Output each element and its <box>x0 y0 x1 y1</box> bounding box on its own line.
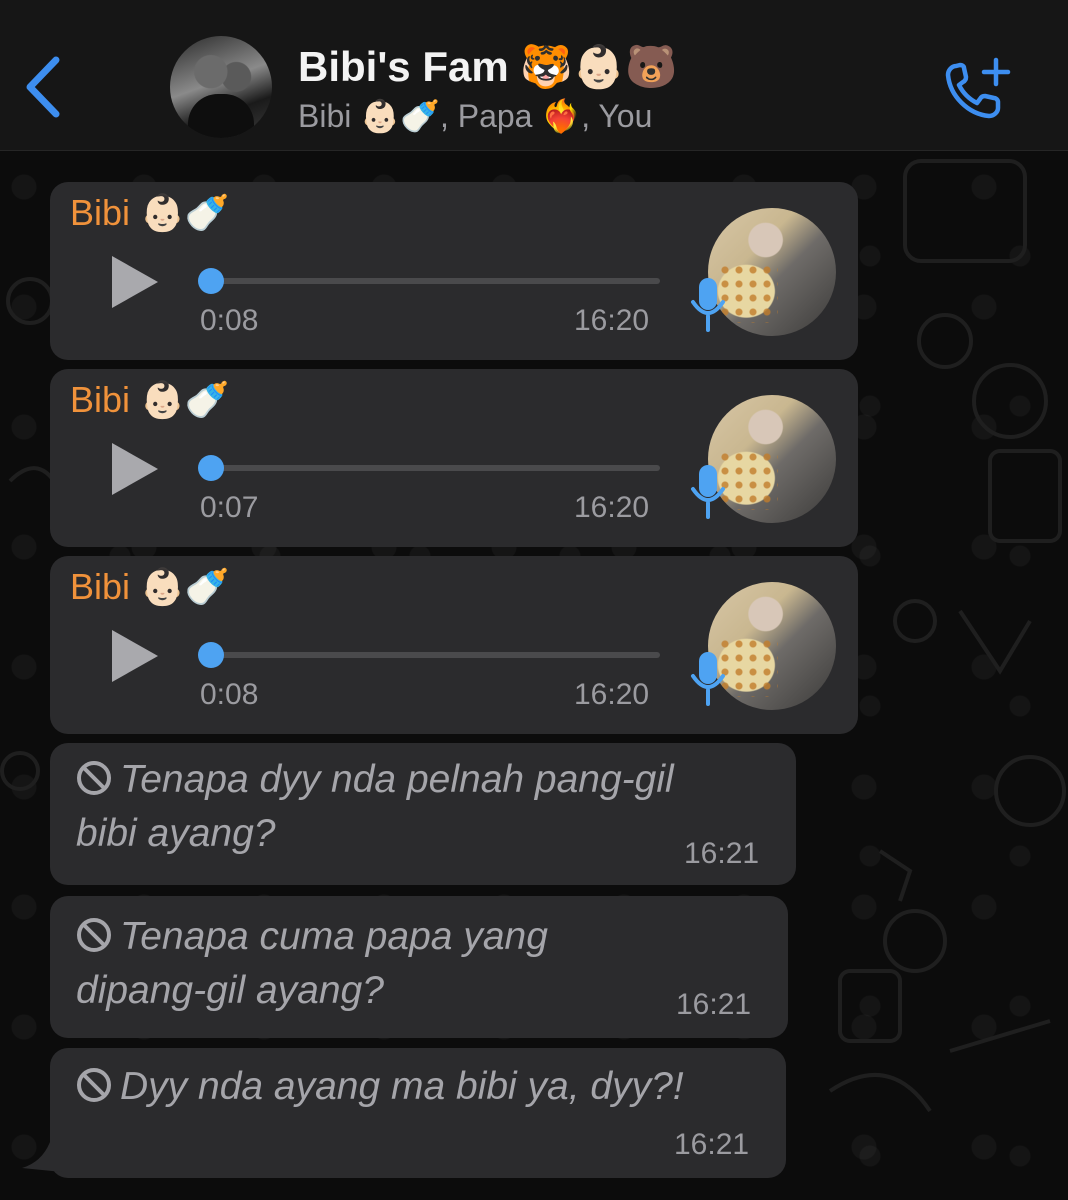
voice-message[interactable]: Bibi 👶🏻🍼 0:07 16:20 <box>50 369 858 547</box>
deleted-message-text: Tenapa dyy nda pelnah pang-gil bibi ayan… <box>76 753 674 861</box>
deleted-message[interactable]: Dyy nda ayang ma bibi ya, dyy?! 16:21 <box>50 1048 786 1178</box>
audio-progress-track[interactable] <box>200 278 660 284</box>
chat-header: Bibi's Fam 🐯👶🏻🐻 Bibi 👶🏻🍼, Papa ❤️‍🔥, You <box>0 0 1068 151</box>
sender-name: Bibi 👶🏻🍼 <box>70 192 230 233</box>
message-line: bibi ayang? <box>76 812 276 855</box>
group-members: Bibi 👶🏻🍼, Papa ❤️‍🔥, You <box>298 98 653 134</box>
sender-avatar[interactable] <box>708 582 836 710</box>
deleted-message[interactable]: Tenapa dyy nda pelnah pang-gil bibi ayan… <box>50 743 796 885</box>
chevron-left-icon <box>26 56 60 118</box>
message-time: 16:20 <box>574 304 650 337</box>
sender-name: Bibi 👶🏻🍼 <box>70 566 230 607</box>
voice-message[interactable]: Bibi 👶🏻🍼 0:08 16:20 <box>50 182 858 360</box>
play-icon <box>112 630 158 682</box>
blocked-icon <box>77 761 111 795</box>
microphone-icon <box>691 465 725 519</box>
blocked-icon <box>77 1068 111 1102</box>
blocked-icon <box>77 918 111 952</box>
sender-avatar[interactable] <box>708 395 836 523</box>
group-title: Bibi's Fam 🐯👶🏻🐻 <box>298 43 678 90</box>
audio-progress-track[interactable] <box>200 465 660 471</box>
message-time: 16:21 <box>676 988 752 1021</box>
message-time: 16:21 <box>684 837 760 870</box>
play-button[interactable] <box>108 441 160 497</box>
audio-duration: 0:07 <box>200 491 259 524</box>
deleted-message-text: Dyy nda ayang ma bibi ya, dyy?! <box>76 1060 684 1114</box>
audio-progress-track[interactable] <box>200 652 660 658</box>
back-button[interactable] <box>20 52 70 122</box>
add-call-button[interactable] <box>942 56 1014 120</box>
audio-duration: 0:08 <box>200 304 259 337</box>
microphone-icon <box>691 278 725 332</box>
audio-scrubber[interactable] <box>198 268 224 294</box>
deleted-message[interactable]: Tenapa cuma papa yang dipang-gil ayang? … <box>50 896 788 1038</box>
play-button[interactable] <box>108 254 160 310</box>
message-line: Dyy nda ayang ma bibi ya, dyy?! <box>120 1065 684 1108</box>
play-icon <box>112 443 158 495</box>
group-info[interactable]: Bibi's Fam 🐯👶🏻🐻 Bibi 👶🏻🍼, Papa ❤️‍🔥, You <box>298 44 677 136</box>
audio-duration: 0:08 <box>200 678 259 711</box>
bubble-tail <box>22 1142 62 1172</box>
play-icon <box>112 256 158 308</box>
message-line: Tenapa cuma papa yang <box>120 915 548 958</box>
audio-scrubber[interactable] <box>198 642 224 668</box>
chat-area[interactable]: Bibi 👶🏻🍼 0:08 16:20 Bibi 👶🏻🍼 0:07 16:20 <box>0 151 1068 1200</box>
voice-message[interactable]: Bibi 👶🏻🍼 0:08 16:20 <box>50 556 858 734</box>
sender-avatar[interactable] <box>708 208 836 336</box>
group-avatar[interactable] <box>170 36 272 138</box>
sender-name: Bibi 👶🏻🍼 <box>70 379 230 420</box>
message-time: 16:20 <box>574 491 650 524</box>
audio-scrubber[interactable] <box>198 455 224 481</box>
microphone-icon <box>691 652 725 706</box>
message-time: 16:21 <box>674 1128 750 1161</box>
deleted-message-text: Tenapa cuma papa yang dipang-gil ayang? <box>76 910 548 1018</box>
message-line: dipang-gil ayang? <box>76 969 384 1012</box>
phone-plus-icon <box>945 57 1011 119</box>
play-button[interactable] <box>108 628 160 684</box>
message-time: 16:20 <box>574 678 650 711</box>
message-line: Tenapa dyy nda pelnah pang-gil <box>120 758 674 801</box>
